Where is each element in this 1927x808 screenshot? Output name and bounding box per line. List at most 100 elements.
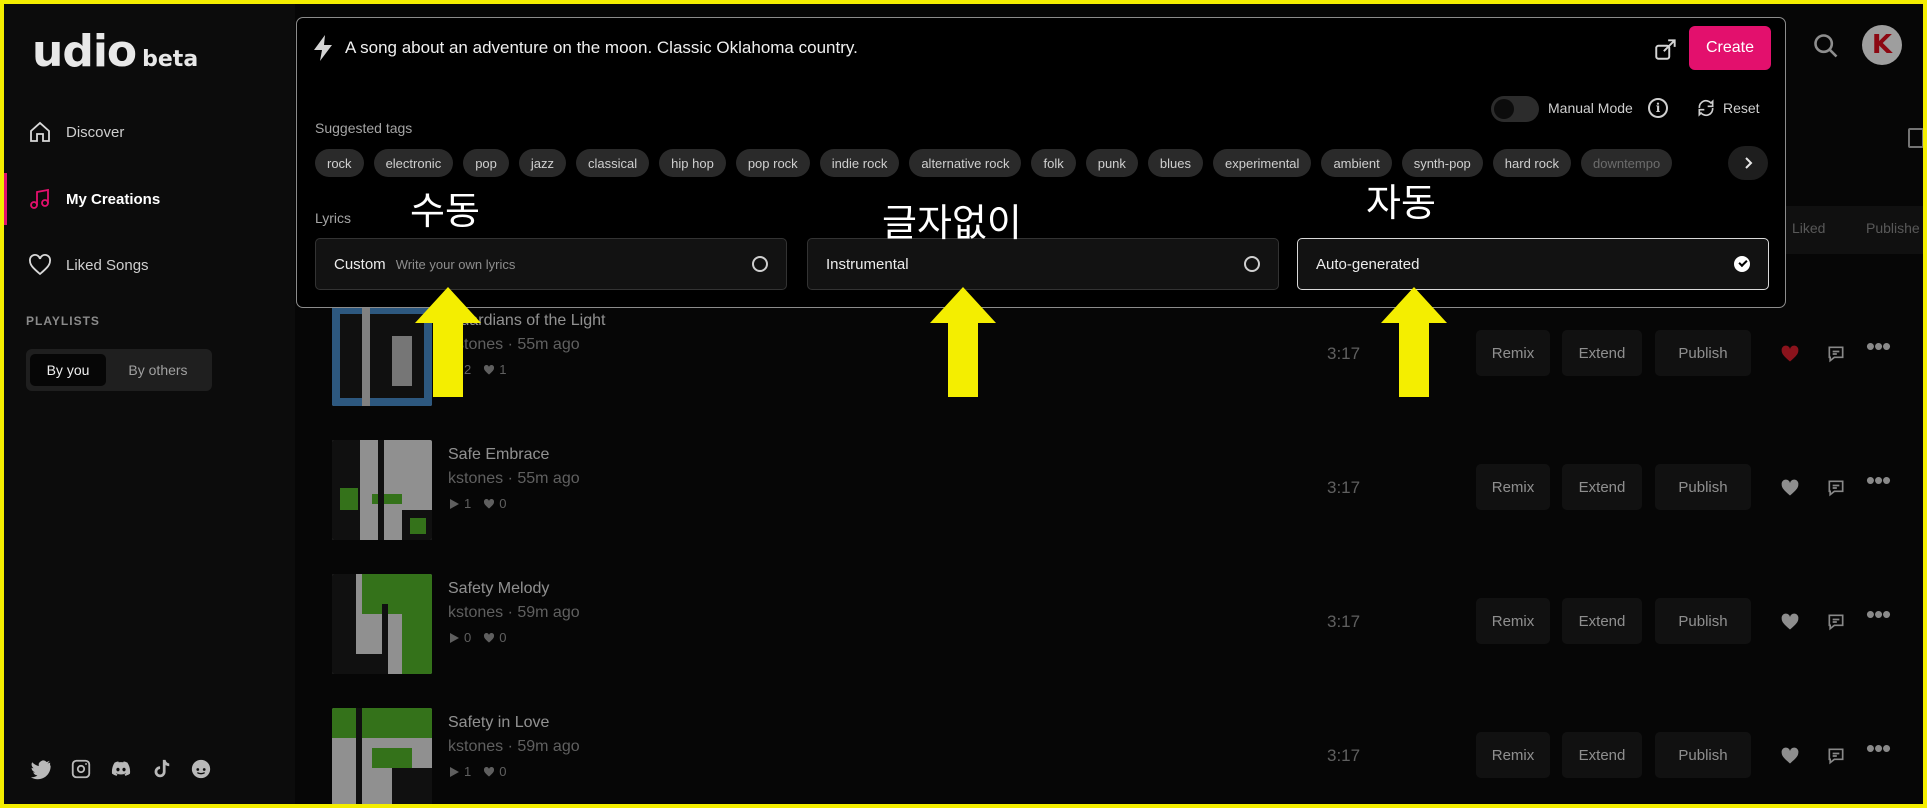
tag-chip[interactable]: classical bbox=[576, 149, 650, 177]
social-links bbox=[30, 758, 212, 780]
manual-mode-toggle[interactable] bbox=[1491, 96, 1539, 122]
reddit-icon[interactable] bbox=[190, 758, 212, 780]
discord-icon[interactable] bbox=[110, 758, 132, 780]
comment-icon[interactable] bbox=[1824, 342, 1848, 366]
song-title[interactable]: Safe Embrace bbox=[448, 446, 549, 464]
remix-button[interactable]: Remix bbox=[1476, 732, 1550, 778]
remix-button[interactable]: Remix bbox=[1476, 330, 1550, 376]
play-count-icon bbox=[450, 766, 459, 777]
lyrics-option-auto-generated[interactable]: Auto-generated bbox=[1297, 238, 1769, 290]
tag-chip[interactable]: indie rock bbox=[819, 149, 900, 177]
reset-icon[interactable] bbox=[1696, 98, 1716, 118]
tags-next-button[interactable] bbox=[1728, 146, 1768, 180]
manual-mode-label: Manual Mode bbox=[1548, 100, 1633, 116]
tiktok-icon[interactable] bbox=[150, 758, 172, 780]
like-heart-icon[interactable] bbox=[1778, 610, 1802, 634]
search-icon[interactable] bbox=[1812, 32, 1840, 60]
song-stats: 0 0 bbox=[448, 630, 506, 645]
more-options-icon[interactable]: ••• bbox=[1866, 733, 1891, 763]
heart-icon bbox=[29, 254, 51, 276]
tag-chip[interactable]: pop bbox=[463, 149, 509, 177]
song-artist[interactable]: kstones bbox=[448, 738, 503, 755]
tag-chip[interactable]: hip hop bbox=[659, 149, 726, 177]
song-title[interactable]: Safety Melody bbox=[448, 580, 549, 598]
song-row[interactable]: Safe Embrace kstones · 55m ago 1 0 3:17 … bbox=[332, 440, 1927, 540]
extend-button[interactable]: Extend bbox=[1562, 598, 1642, 644]
suggested-tags: rock electronic pop jazz classical hip h… bbox=[315, 149, 1715, 179]
tag-chip[interactable]: downtempo bbox=[1580, 149, 1673, 177]
tag-chip[interactable]: hard rock bbox=[1492, 149, 1571, 177]
like-count: 0 bbox=[499, 764, 507, 779]
tag-chip[interactable]: experimental bbox=[1213, 149, 1312, 177]
song-row[interactable]: Safety in Love kstones · 59m ago 1 0 3:1… bbox=[332, 708, 1927, 808]
comment-icon[interactable] bbox=[1824, 476, 1848, 500]
publish-button[interactable]: Publish bbox=[1655, 598, 1751, 644]
create-button[interactable]: Create bbox=[1689, 26, 1771, 70]
song-artwork[interactable] bbox=[332, 574, 432, 674]
annotation-arrow-icon bbox=[1381, 287, 1447, 397]
lyrics-option-custom[interactable]: Custom Write your own lyrics bbox=[315, 238, 787, 290]
twitter-icon[interactable] bbox=[30, 758, 52, 780]
remix-button[interactable]: Remix bbox=[1476, 598, 1550, 644]
comment-icon[interactable] bbox=[1824, 744, 1848, 768]
tag-chip[interactable]: punk bbox=[1085, 149, 1138, 177]
song-title[interactable]: Safety in Love bbox=[448, 714, 549, 732]
tag-chip[interactable]: jazz bbox=[518, 149, 567, 177]
more-options-icon[interactable]: ••• bbox=[1866, 465, 1891, 495]
song-artist[interactable]: kstones bbox=[448, 470, 503, 487]
tag-chip[interactable]: pop rock bbox=[735, 149, 810, 177]
comment-icon[interactable] bbox=[1824, 610, 1848, 634]
remix-button[interactable]: Remix bbox=[1476, 464, 1550, 510]
lyrics-option-instrumental[interactable]: Instrumental bbox=[807, 238, 1279, 290]
like-count-icon bbox=[484, 364, 495, 374]
instagram-icon[interactable] bbox=[70, 758, 92, 780]
like-heart-icon[interactable] bbox=[1778, 476, 1802, 500]
sidebar: udio beta Discover My Creations Liked So… bbox=[4, 4, 295, 804]
publish-button[interactable]: Publish bbox=[1655, 464, 1751, 510]
filter-tab-published[interactable]: Publishe bbox=[1866, 220, 1920, 236]
publish-button[interactable]: Publish bbox=[1655, 330, 1751, 376]
nav-my-creations[interactable]: My Creations bbox=[4, 173, 295, 225]
radio-icon[interactable] bbox=[1244, 256, 1260, 272]
logo-beta: beta bbox=[142, 47, 199, 72]
extend-button[interactable]: Extend bbox=[1562, 330, 1642, 376]
play-count: 0 bbox=[464, 630, 472, 645]
song-artwork[interactable] bbox=[332, 440, 432, 540]
reset-button[interactable]: Reset bbox=[1723, 100, 1760, 116]
playlist-by-you[interactable]: By you bbox=[30, 354, 106, 386]
chevron-right-icon bbox=[1745, 157, 1753, 169]
prompt-input[interactable] bbox=[345, 38, 1575, 58]
info-icon[interactable]: i bbox=[1648, 98, 1668, 118]
app-logo[interactable]: udio beta bbox=[32, 26, 198, 77]
song-row[interactable]: Guardians of the Light kstones · 55m ago… bbox=[332, 306, 1927, 406]
tag-chip[interactable]: rock bbox=[315, 149, 364, 177]
song-duration: 3:17 bbox=[1327, 612, 1361, 631]
tag-chip[interactable]: alternative rock bbox=[909, 149, 1022, 177]
like-heart-icon[interactable] bbox=[1778, 744, 1802, 768]
like-count: 0 bbox=[499, 496, 507, 511]
nav-discover[interactable]: Discover bbox=[4, 106, 295, 158]
radio-checked-icon[interactable] bbox=[1734, 256, 1750, 272]
like-heart-icon[interactable] bbox=[1778, 342, 1802, 366]
tag-chip[interactable]: electronic bbox=[373, 149, 454, 177]
song-artwork[interactable] bbox=[332, 708, 432, 808]
nav-liked-songs[interactable]: Liked Songs bbox=[4, 239, 295, 291]
tag-chip[interactable]: blues bbox=[1147, 149, 1203, 177]
annotation-arrow-icon bbox=[930, 287, 996, 397]
radio-icon[interactable] bbox=[752, 256, 768, 272]
list-view-icon[interactable] bbox=[1908, 128, 1924, 148]
playlist-by-others[interactable]: By others bbox=[110, 354, 206, 386]
song-duration: 3:17 bbox=[1327, 478, 1361, 497]
filter-tab-liked[interactable]: Liked bbox=[1792, 220, 1825, 236]
publish-button[interactable]: Publish bbox=[1655, 732, 1751, 778]
song-row[interactable]: Safety Melody kstones · 59m ago 0 0 3:17… bbox=[332, 574, 1927, 674]
extend-button[interactable]: Extend bbox=[1562, 464, 1642, 510]
share-icon[interactable] bbox=[1653, 36, 1679, 62]
extend-button[interactable]: Extend bbox=[1562, 732, 1642, 778]
song-artist[interactable]: kstones bbox=[448, 604, 503, 621]
more-options-icon[interactable]: ••• bbox=[1866, 599, 1891, 629]
tag-chip[interactable]: folk bbox=[1031, 149, 1076, 177]
avatar[interactable]: K bbox=[1862, 25, 1902, 65]
more-options-icon[interactable]: ••• bbox=[1866, 331, 1891, 361]
option-label: Custom bbox=[334, 255, 386, 273]
